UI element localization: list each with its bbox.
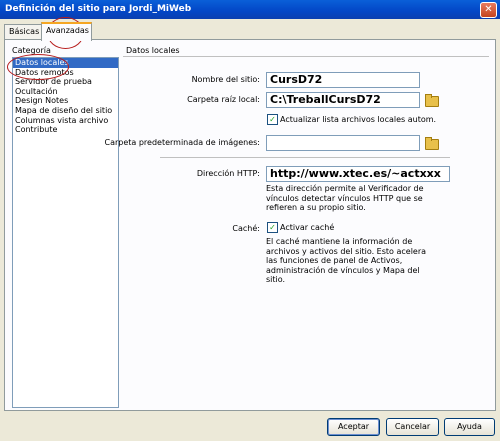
http-address-input[interactable]: http://www.xtec.es/~actxxx	[266, 166, 450, 182]
category-header: Categoría	[12, 46, 51, 55]
category-item-datos-remotos[interactable]: Datos remotos	[13, 68, 118, 78]
cache-checkbox[interactable]: ✓	[267, 222, 278, 233]
folder-icon[interactable]	[425, 94, 439, 107]
category-item-ocultacion[interactable]: Ocultación	[13, 87, 118, 97]
refresh-checkbox-label: Actualizar lista archivos locales autom.	[280, 115, 437, 124]
category-item-contribute[interactable]: Contribute	[13, 125, 118, 135]
cache-checkbox-label: Activar caché	[280, 223, 335, 232]
close-icon[interactable]: ✕	[480, 2, 497, 18]
cache-label: Caché:	[232, 224, 260, 233]
category-item-servidor-prueba[interactable]: Servidor de prueba	[13, 77, 118, 87]
site-name-label: Nombre del sitio:	[191, 75, 260, 84]
cancel-button[interactable]: Cancelar	[386, 418, 439, 436]
cache-note: El caché mantiene la información de arch…	[266, 237, 427, 284]
http-label: Dirección HTTP:	[196, 169, 260, 178]
category-item-design-notes[interactable]: Design Notes	[13, 96, 118, 106]
category-item-datos-locales[interactable]: Datos locales	[13, 58, 118, 68]
category-list[interactable]: Datos locales Datos remotos Servidor de …	[12, 57, 119, 408]
accept-button[interactable]: Aceptar	[327, 418, 380, 436]
root-folder-input[interactable]: C:\TreballCursD72	[266, 92, 420, 108]
site-name-input[interactable]: CursD72	[266, 72, 420, 88]
folder-icon[interactable]	[425, 137, 439, 150]
divider	[160, 157, 450, 158]
title-bar: Definición del sitio para Jordi_MiWeb ✕	[0, 0, 500, 19]
tab-basicas[interactable]: Básicas	[4, 24, 44, 39]
help-button[interactable]: Ayuda	[444, 418, 495, 436]
default-images-input[interactable]	[266, 135, 420, 151]
http-note: Esta dirección permite al Verificador de…	[266, 184, 424, 212]
default-images-label: Carpeta predeterminada de imágenes:	[104, 138, 260, 147]
refresh-checkbox[interactable]: ✓	[267, 114, 278, 125]
tab-avanzadas[interactable]: Avanzadas	[41, 22, 92, 41]
section-divider	[123, 56, 489, 57]
window-title: Definición del sitio para Jordi_MiWeb	[5, 4, 192, 14]
category-item-columnas-vista[interactable]: Columnas vista archivo	[13, 116, 118, 126]
root-folder-label: Carpeta raíz local:	[187, 95, 260, 104]
category-item-mapa-diseno[interactable]: Mapa de diseño del sitio	[13, 106, 118, 116]
section-title: Datos locales	[126, 46, 180, 55]
